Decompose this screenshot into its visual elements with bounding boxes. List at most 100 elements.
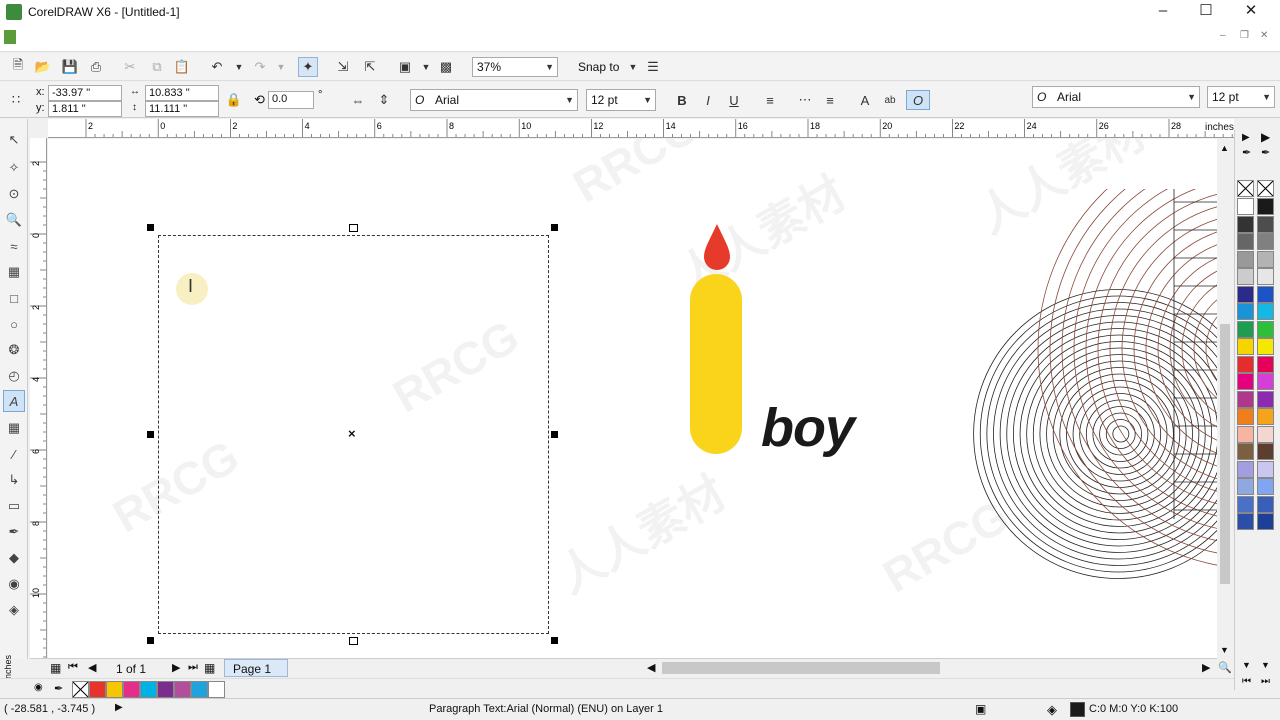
horizontal-ruler[interactable]: 2 0 2 4 6 8 10 12 14 16 18 20 22 24 26 28: [48, 119, 1234, 138]
color-swatch[interactable]: [1257, 285, 1274, 303]
color-swatch[interactable]: [1257, 460, 1274, 478]
selection-handle[interactable]: [551, 431, 558, 438]
text-properties-icon[interactable]: A: [855, 90, 875, 110]
color-swatch[interactable]: [1237, 513, 1254, 530]
eyedropper-icon[interactable]: ✒: [1261, 146, 1270, 159]
connector-tool-icon[interactable]: ↳: [3, 469, 25, 491]
undo-icon[interactable]: ↶: [207, 57, 227, 77]
redo-dropdown-icon[interactable]: ▼: [271, 57, 291, 77]
document-color-swatch[interactable]: [191, 681, 208, 698]
color-swatch[interactable]: [1237, 233, 1254, 250]
welcome-screen-icon[interactable]: ▩: [436, 57, 456, 77]
eyedropper-icon[interactable]: ✒: [54, 682, 63, 695]
hscroll-left-icon[interactable]: ◀: [647, 661, 655, 674]
undo-dropdown-icon[interactable]: ▼: [229, 57, 249, 77]
save-icon[interactable]: 💾: [60, 57, 80, 77]
pick-tool-icon[interactable]: ↖: [3, 129, 25, 151]
opentype-features-icon[interactable]: O: [906, 90, 930, 110]
palette-scroll-down-icon[interactable]: ▼: [1242, 660, 1251, 670]
snap-to-button[interactable]: Snap to: [578, 60, 619, 74]
import-icon[interactable]: ⇲: [333, 57, 353, 77]
color-management-icon[interactable]: ▣: [975, 702, 986, 716]
selection-handle[interactable]: [147, 224, 154, 231]
zoom-tool-icon[interactable]: 🔍: [3, 209, 25, 231]
selection-handle[interactable]: [551, 637, 558, 644]
application-launcher-icon[interactable]: ▣: [395, 57, 415, 77]
first-page-icon[interactable]: ⏮: [68, 661, 78, 674]
logo-text[interactable]: boy: [761, 397, 855, 459]
selection-handle[interactable]: [147, 637, 154, 644]
export-icon[interactable]: ⇱: [360, 57, 380, 77]
color-swatch[interactable]: [1257, 233, 1274, 250]
color-swatch[interactable]: [1257, 320, 1274, 338]
candle-logo-graphic[interactable]: [684, 219, 748, 459]
zoom-level-combo[interactable]: 37% ▼: [472, 57, 558, 77]
last-page-icon[interactable]: ⏭: [188, 661, 198, 674]
fill-color-swatch[interactable]: [1070, 702, 1085, 717]
rectangle-tool-icon[interactable]: □: [3, 287, 25, 309]
color-swatch[interactable]: [1237, 408, 1254, 425]
document-color-swatch[interactable]: [106, 681, 123, 698]
color-swatch[interactable]: [1237, 443, 1254, 460]
hscroll-right-icon[interactable]: ▶: [1202, 661, 1210, 674]
bold-icon[interactable]: B: [672, 90, 692, 110]
y-position-field[interactable]: 1.811 ": [48, 101, 122, 117]
color-swatch[interactable]: [1257, 408, 1274, 425]
palette-last-icon[interactable]: ⏭: [1261, 676, 1270, 687]
next-page-icon[interactable]: ▶: [172, 661, 180, 674]
color-swatch[interactable]: [1237, 198, 1254, 215]
underline-icon[interactable]: U: [724, 90, 744, 110]
document-color-swatch[interactable]: [208, 681, 225, 698]
add-page-after-icon[interactable]: ▦: [204, 661, 215, 675]
color-swatch[interactable]: [1237, 215, 1254, 233]
color-swatch[interactable]: [1257, 338, 1274, 355]
height-field[interactable]: 11.111 ": [145, 101, 219, 117]
color-swatch[interactable]: [1237, 303, 1254, 320]
interactive-fill-icon[interactable]: ◈: [3, 599, 25, 621]
color-swatch[interactable]: [1237, 268, 1254, 285]
vertical-scrollbar[interactable]: ▲ ▼: [1217, 139, 1233, 658]
palette-scroll-down-icon[interactable]: ▼: [1261, 660, 1270, 670]
smart-fill-icon[interactable]: ▦: [3, 261, 25, 283]
launcher-dropdown-icon[interactable]: ▼: [416, 57, 436, 77]
polygon-tool-icon[interactable]: ❂: [3, 339, 25, 361]
drop-cap-icon[interactable]: ≡: [820, 90, 840, 110]
table-tool-icon[interactable]: ▦: [3, 417, 25, 439]
crop-tool-icon[interactable]: ⊙: [3, 183, 25, 205]
doc-restore-button[interactable]: ❐: [1240, 30, 1249, 41]
selection-handle[interactable]: [349, 224, 358, 232]
basic-shapes-icon[interactable]: ◴: [3, 365, 25, 387]
outline-pen-icon[interactable]: ◆: [3, 547, 25, 569]
italic-icon[interactable]: I: [698, 90, 718, 110]
palette-options-icon[interactable]: ◉: [34, 682, 43, 693]
prev-page-icon[interactable]: ◀: [88, 661, 96, 674]
eyedropper-icon[interactable]: ✒: [1242, 146, 1251, 159]
expand-status-icon[interactable]: ▶: [115, 702, 123, 713]
font-size-combo[interactable]: 12 pt ▼: [586, 89, 656, 111]
color-swatch[interactable]: [1257, 478, 1274, 495]
color-swatch[interactable]: [1237, 285, 1254, 303]
document-color-swatch[interactable]: [123, 681, 140, 698]
shape-tool-icon[interactable]: ✧: [3, 157, 25, 179]
snap-to-dropdown-icon[interactable]: ▼: [623, 57, 643, 77]
text-align-icon[interactable]: ≡: [760, 90, 780, 110]
mirror-vertical-icon[interactable]: ⇕: [374, 90, 394, 110]
color-swatch[interactable]: [1237, 390, 1254, 408]
spiral-graphic[interactable]: [928, 189, 1217, 658]
document-color-swatch[interactable]: [174, 681, 191, 698]
dimension-tool-icon[interactable]: ∕: [3, 443, 25, 465]
cut-icon[interactable]: ✂: [120, 57, 140, 77]
scroll-down-icon[interactable]: ▼: [1220, 645, 1229, 655]
color-swatch[interactable]: [1237, 478, 1254, 495]
maximize-button[interactable]: ☐: [1183, 0, 1229, 24]
selection-handle[interactable]: [349, 637, 358, 645]
palette-first-icon[interactable]: ⏮: [1242, 676, 1251, 687]
add-page-icon[interactable]: ▦: [50, 661, 61, 675]
color-swatch[interactable]: [1257, 355, 1274, 373]
color-swatch[interactable]: [1237, 355, 1254, 373]
lock-ratio-icon[interactable]: 🔒: [224, 90, 244, 110]
color-swatch[interactable]: [1257, 513, 1274, 530]
color-swatch[interactable]: [1257, 250, 1274, 268]
color-swatch[interactable]: [1257, 443, 1274, 460]
copy-icon[interactable]: ⧉: [147, 57, 167, 77]
